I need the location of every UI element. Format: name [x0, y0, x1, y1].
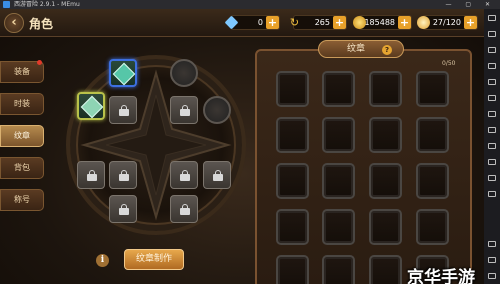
toolbar-recent-icon[interactable] [488, 273, 496, 279]
stamina-counter: 27/120 + [417, 15, 478, 30]
four-point-star-decoration [80, 69, 232, 221]
toolbar-volume-icon[interactable] [488, 63, 496, 69]
toolbar-screenshot-icon[interactable] [488, 47, 496, 53]
lock-icon [119, 105, 129, 116]
emblem-inventory-cell[interactable] [276, 163, 309, 199]
emblem-slot-equipped-1[interactable] [109, 59, 137, 87]
emblem-inventory-cell[interactable] [276, 71, 309, 107]
emblem-count: 0/50 [442, 60, 456, 67]
help-icon[interactable]: ? [382, 45, 392, 55]
toolbar-rotate-icon[interactable] [488, 143, 496, 149]
emblem-inventory-cell[interactable] [416, 117, 449, 153]
emblem-slot-locked[interactable] [109, 96, 137, 124]
info-icon[interactable]: i [96, 254, 109, 267]
memu-logo-icon [3, 1, 10, 8]
tab-equipment-label: 装备 [14, 67, 30, 76]
emblem-inventory-cell[interactable] [276, 255, 309, 284]
toolbar-location-icon[interactable] [488, 111, 496, 117]
toolbar-apk-icon[interactable] [488, 159, 496, 165]
tab-fashion[interactable]: 时装 [0, 93, 44, 115]
toolbar-fullscreen-icon[interactable] [488, 31, 496, 37]
add-refresh-button[interactable]: + [333, 16, 346, 29]
emblem-slot-empty-1[interactable] [170, 59, 198, 87]
emblem-inventory-cell[interactable] [416, 71, 449, 107]
toolbar-back-icon[interactable] [488, 241, 496, 247]
tab-emblem-label: 纹章 [14, 131, 30, 140]
alert-dot-icon [37, 60, 42, 65]
stamina-value: 27/120 [432, 18, 461, 27]
window-controls[interactable]: — ▢ ✕ [445, 0, 496, 9]
toolbar-more-icon[interactable] [488, 191, 496, 197]
emblem-inventory-cell[interactable] [369, 255, 402, 284]
lock-icon [87, 170, 97, 181]
emblem-slot-locked[interactable] [77, 161, 105, 189]
refresh-counter: ↻ 265 + [290, 15, 347, 30]
refresh-icon: ↻ [289, 16, 300, 29]
lock-icon [180, 105, 190, 116]
toolbar-shake-icon[interactable] [488, 127, 496, 133]
toolbar-volume-down-icon[interactable] [488, 79, 496, 85]
tab-backpack-label: 背包 [14, 163, 30, 172]
emblem-slot-locked[interactable] [109, 195, 137, 223]
emblem-slot-locked[interactable] [170, 96, 198, 124]
emblem-inventory-cell[interactable] [322, 117, 355, 153]
emblem-slot-locked[interactable] [170, 195, 198, 223]
emblem-inventory-cell[interactable] [322, 71, 355, 107]
emblem-inventory-cell[interactable] [276, 209, 309, 245]
emblem-inventory-cell[interactable] [322, 209, 355, 245]
emulator-toolbar [484, 9, 500, 284]
emblem-slot-locked[interactable] [170, 161, 198, 189]
emblem-inventory-cell[interactable] [369, 163, 402, 199]
emblem-slot-equipped-2[interactable] [77, 92, 105, 120]
tab-fashion-label: 时装 [14, 99, 30, 108]
top-bar: ‹ 角色 0 + ↻ 265 + 185488 + 27/120 + [0, 9, 484, 37]
toolbar-folder-icon[interactable] [488, 175, 496, 181]
panel-title-text: 纹章 [346, 44, 365, 54]
refresh-value: 265 [314, 18, 330, 27]
emblem-inventory-cell[interactable] [416, 163, 449, 199]
gold-counter: 185488 + [353, 15, 412, 30]
emblem-inventory-cell[interactable] [322, 255, 355, 284]
emblem-inventory-cell[interactable] [369, 117, 402, 153]
page-title: 角色 [29, 17, 54, 31]
lock-icon [213, 170, 223, 181]
emblem-inventory-cell[interactable] [276, 117, 309, 153]
back-arrow-icon[interactable]: ‹ [4, 13, 24, 33]
emblem-inventory-cell[interactable] [369, 71, 402, 107]
gold-value: 185488 [364, 18, 395, 27]
gold-coin-icon [353, 16, 366, 29]
lock-icon [180, 204, 190, 215]
toolbar-home-icon[interactable] [488, 257, 496, 263]
emblem-slot-locked[interactable] [109, 161, 137, 189]
tab-title[interactable]: 称号 [0, 189, 44, 211]
watermark-text: 京华手游 [407, 268, 475, 284]
tab-backpack[interactable]: 背包 [0, 157, 44, 179]
toolbar-record-icon[interactable] [488, 95, 496, 101]
lock-icon [119, 170, 129, 181]
add-diamond-button[interactable]: + [266, 16, 279, 29]
emblem-craft-button[interactable]: 纹章制作 [124, 249, 184, 270]
emblem-inventory-cell[interactable] [369, 209, 402, 245]
emblem-slot-locked[interactable] [203, 161, 231, 189]
stamina-icon [417, 16, 430, 29]
lock-icon [119, 204, 129, 215]
diamond-icon [224, 15, 239, 30]
tab-title-label: 称号 [14, 195, 30, 204]
add-gold-button[interactable]: + [398, 16, 411, 29]
diamond-counter: 0 + [224, 15, 280, 30]
add-stamina-button[interactable]: + [464, 16, 477, 29]
emulator-title-bar: 西游冒险 2.9.1 - MEmu — ▢ ✕ [0, 0, 500, 9]
diamond-value: 0 [257, 18, 263, 27]
emblem-gem-icon [112, 62, 136, 86]
tab-equipment[interactable]: 装备 [0, 60, 44, 83]
emblem-slot-empty-2[interactable] [203, 96, 231, 124]
lock-icon [180, 170, 190, 181]
emblem-gem-icon [80, 95, 104, 119]
game-screen: ‹ 角色 0 + ↻ 265 + 185488 + 27/120 + 装备 时装 [0, 9, 484, 284]
emblem-inventory-cell[interactable] [322, 163, 355, 199]
tab-emblem[interactable]: 纹章 [0, 125, 44, 147]
emulator-window-title: 西游冒险 2.9.1 - MEmu [14, 1, 80, 8]
toolbar-keyboard-icon[interactable] [488, 15, 496, 21]
emblem-inventory-cell[interactable] [416, 209, 449, 245]
